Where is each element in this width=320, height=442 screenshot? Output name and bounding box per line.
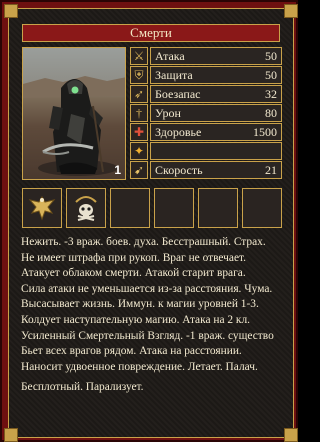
stat-value: 21	[265, 163, 277, 177]
creature-portrait: 1	[22, 47, 126, 180]
stat-value: 1500	[253, 125, 277, 139]
description-line: Наносит удвоенное повреждение. Летает. П…	[21, 360, 258, 373]
stat-label: Атака	[155, 49, 185, 63]
health-icon: ✚	[130, 123, 148, 141]
morale-slot[interactable]	[22, 188, 62, 228]
creature-description: Нежить. -3 враж. боев. духа. Бесстрашный…	[21, 235, 285, 428]
shield-icon: ⛨	[130, 66, 148, 84]
stack-count: 1	[114, 163, 121, 177]
speed-icon: ➹	[130, 161, 148, 179]
creature-info-window: Смерти 1 ⚔ Атака 50 ⛨ Защита 50 ➶ Боезап…	[0, 0, 298, 442]
eagle-morale-icon	[28, 196, 56, 221]
stat-value: 80	[265, 106, 277, 120]
description-line: Сила атаки не уменьшается из-за расстоян…	[21, 282, 273, 295]
stat-row-speed: ➹ Скорость 21	[130, 161, 282, 179]
description-line: Колдует наступательную магию. Атака на 2…	[21, 313, 250, 326]
stat-row-defense: ⛨ Защита 50	[130, 66, 282, 84]
stat-label: Урон	[155, 106, 181, 120]
stat-row-damage: † Урон 80	[130, 104, 282, 122]
description-line: Бесплотный. Парализует.	[21, 381, 144, 394]
stat-row-health: ✚ Здоровье 1500	[130, 123, 282, 141]
skull-luck-icon	[75, 196, 97, 221]
empty-slot[interactable]	[154, 188, 194, 228]
stat-value: 32	[265, 87, 277, 101]
description-line: Высасывает жизнь. Иммун. к магии уровней…	[21, 298, 259, 311]
description-line: Атакует облаком смерти. Атакой старит вр…	[21, 267, 246, 280]
stat-label: Скорость	[155, 163, 203, 177]
description-line: Не имеет штрафа при рукоп. Враг не отвеч…	[21, 251, 246, 264]
mana-icon: ✦	[130, 142, 148, 160]
stat-value: 50	[265, 68, 277, 82]
corner-ornament	[284, 4, 298, 18]
bow-icon: ➶	[130, 85, 148, 103]
sword-damage-icon: †	[130, 104, 148, 122]
description-line: Нежить. -3 враж. боев. духа. Бесстрашный…	[21, 236, 266, 248]
empty-slot[interactable]	[110, 188, 150, 228]
stat-label: Здоровье	[155, 125, 202, 139]
sword-icon: ⚔	[130, 47, 148, 65]
corner-ornament	[284, 428, 298, 442]
corner-ornament	[4, 4, 18, 18]
effect-slots	[22, 188, 282, 228]
stats-panel: ⚔ Атака 50 ⛨ Защита 50 ➶ Боезапас 32 † У…	[130, 47, 282, 180]
stat-row-mana: ✦	[130, 142, 282, 160]
window-title: Смерти	[22, 24, 280, 42]
corner-ornament	[4, 428, 18, 442]
empty-slot[interactable]	[242, 188, 282, 228]
description-line: Бьет всех врагов рядом. Атака на расстоя…	[21, 345, 242, 358]
luck-slot[interactable]	[66, 188, 106, 228]
description-line: Усиленный Смертельный Взгляд. -1 враж. с…	[21, 329, 274, 342]
empty-slot[interactable]	[198, 188, 238, 228]
grim-reaper-icon	[23, 76, 125, 176]
stat-label: Защита	[155, 68, 193, 82]
stat-row-attack: ⚔ Атака 50	[130, 47, 282, 65]
stat-label: Боезапас	[155, 87, 201, 101]
stat-value: 50	[265, 49, 277, 63]
stat-row-ammo: ➶ Боезапас 32	[130, 85, 282, 103]
